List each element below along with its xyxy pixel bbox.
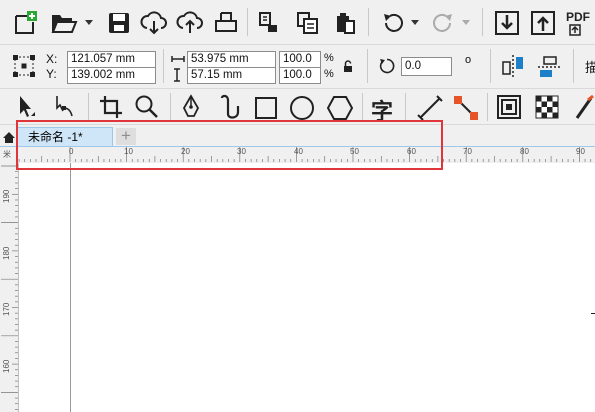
drawing-canvas[interactable]: [19, 163, 595, 412]
highlight-box: [16, 120, 443, 170]
shape-tool-icon[interactable]: [52, 94, 76, 120]
rotation-field[interactable]: 0.0: [401, 57, 452, 76]
standard-toolbar: PDF: [0, 0, 595, 45]
new-document-icon[interactable]: [13, 10, 39, 36]
property-bar: X: Y: 121.057 mm 139.002 mm 53.975 mm 57…: [0, 45, 595, 89]
toolbar-separator: [368, 8, 369, 36]
ruler-number: 80: [520, 147, 529, 156]
connector-tool-icon[interactable]: [452, 94, 480, 122]
export-icon[interactable]: [530, 10, 556, 36]
pick-tool-icon[interactable]: [14, 94, 36, 120]
scale-y-field[interactable]: 100.0: [279, 67, 321, 84]
page-border-line: [70, 163, 71, 412]
mirror-vertical-icon[interactable]: [538, 55, 562, 79]
percent-x-label: %: [324, 52, 334, 64]
page-edge-mark: [591, 313, 595, 314]
width-field[interactable]: 53.975 mm: [187, 51, 276, 68]
import-cloud-icon[interactable]: [140, 11, 168, 35]
clipboard-icon[interactable]: [333, 11, 357, 35]
toolbar-separator: [405, 93, 406, 121]
object-position-icon[interactable]: [12, 54, 36, 78]
redo-icon[interactable]: [430, 11, 456, 35]
toolbar-separator: [490, 49, 491, 83]
import-icon[interactable]: [494, 10, 520, 36]
rectangle-tool-icon[interactable]: [254, 96, 278, 120]
degree-label: o: [465, 54, 472, 66]
open-folder-icon[interactable]: [50, 12, 78, 34]
ruler-number: 90: [576, 147, 585, 156]
lock-ratio-icon[interactable]: [343, 60, 353, 73]
height-arrow-icon: [174, 68, 180, 82]
mirror-horizontal-icon[interactable]: [500, 55, 526, 77]
toolbar-separator: [487, 93, 488, 121]
chevron-down-icon[interactable]: [410, 19, 420, 27]
ruler-number: 160: [2, 359, 11, 373]
toolbar-separator: [247, 8, 248, 36]
ellipse-tool-icon[interactable]: [289, 95, 315, 121]
copy-page-icon[interactable]: [258, 11, 280, 35]
crop-tool-icon[interactable]: [99, 95, 123, 119]
toolbar-separator: [163, 49, 164, 83]
ruler-unit-label: 米: [3, 150, 11, 159]
ruler-number: 180: [2, 246, 11, 260]
zoom-tool-icon[interactable]: [134, 94, 160, 120]
height-field[interactable]: 57.15 mm: [187, 67, 276, 84]
pdf-export-icon[interactable]: PDF: [566, 10, 594, 38]
undo-icon[interactable]: [380, 11, 406, 35]
artistic-media-tool-icon[interactable]: [218, 94, 244, 121]
chevron-down-icon[interactable]: [461, 19, 471, 27]
home-icon[interactable]: [2, 131, 16, 144]
shadow-tool-icon[interactable]: [497, 95, 523, 121]
percent-y-label: %: [324, 68, 334, 80]
ruler-number: 170: [2, 302, 11, 316]
dimension-tool-icon[interactable]: [417, 95, 443, 121]
save-icon[interactable]: [107, 11, 131, 35]
x-label: X:: [46, 52, 58, 66]
polygon-tool-icon[interactable]: [327, 95, 353, 121]
pdf-page-icon: [569, 24, 581, 36]
toolbar-separator: [573, 49, 574, 83]
pen-tool-icon[interactable]: [180, 94, 202, 121]
transparency-tool-icon[interactable]: [535, 95, 559, 119]
rotate-icon: [379, 58, 395, 74]
toolbar-separator: [170, 93, 171, 121]
toolbar-separator: [362, 93, 363, 121]
y-position-field[interactable]: 139.002 mm: [67, 67, 156, 84]
pdf-label: PDF: [566, 10, 590, 24]
ruler-number: 70: [463, 147, 472, 156]
paste-page-icon[interactable]: [296, 11, 320, 35]
eyedropper-tool-icon[interactable]: [574, 95, 595, 121]
toolbar-separator: [88, 93, 89, 121]
scale-x-field[interactable]: 100.0: [279, 51, 321, 68]
ruler-number: 190: [2, 189, 11, 203]
x-position-field[interactable]: 121.057 mm: [67, 51, 156, 68]
chevron-down-icon[interactable]: [84, 19, 94, 27]
vertical-ruler[interactable]: 190 180 170 160: [0, 163, 19, 412]
truncated-label: 描: [585, 60, 595, 75]
width-arrow-icon: [171, 56, 185, 62]
export-cloud-icon[interactable]: [176, 11, 204, 35]
toolbar-separator: [367, 49, 368, 83]
toolbar-separator: [482, 8, 483, 36]
print-icon[interactable]: [214, 11, 238, 35]
y-label: Y:: [46, 67, 57, 81]
